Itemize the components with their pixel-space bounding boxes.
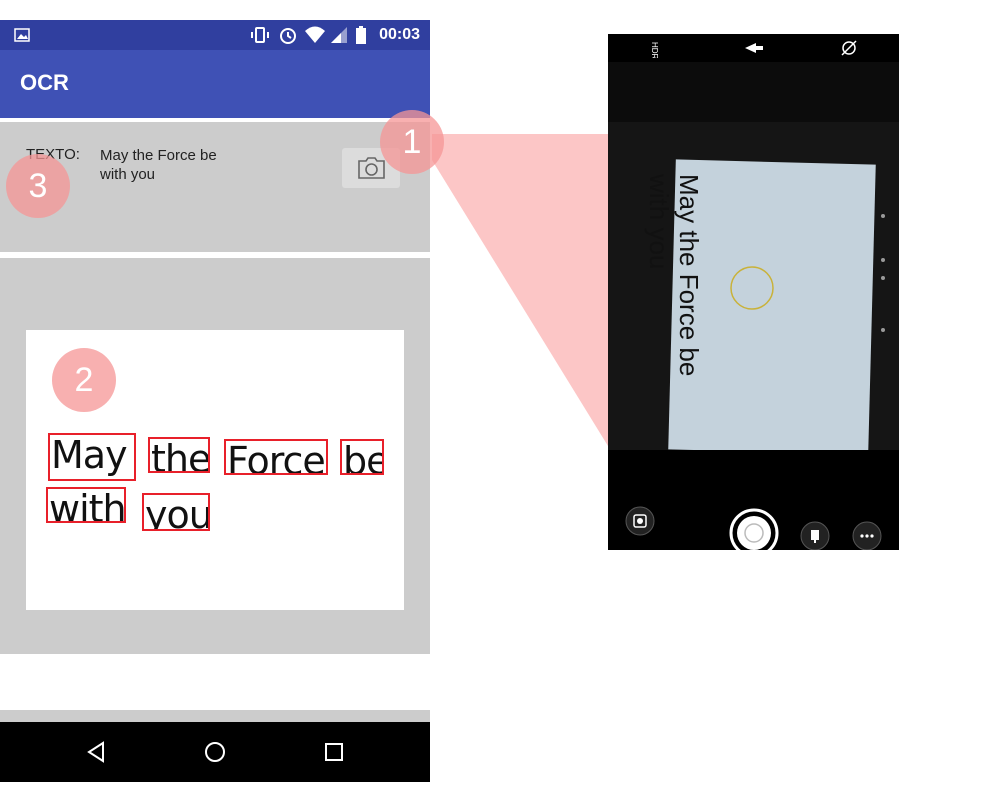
background-shelf (608, 62, 899, 122)
hdr-icon[interactable]: HDR (650, 38, 664, 58)
more-options-icon[interactable] (852, 521, 882, 550)
marker-1: 1 (380, 110, 444, 174)
timer-off-icon[interactable] (840, 40, 858, 56)
camera-controls (608, 450, 899, 550)
camera-viewfinder[interactable]: May the Force be with you (608, 62, 899, 450)
shutter-button[interactable] (729, 508, 779, 550)
capture-mode-icon[interactable] (800, 521, 830, 550)
focus-ring-icon (730, 266, 774, 310)
paper-text-line: with you (644, 174, 674, 270)
paper-text: May the Force be with you (644, 174, 704, 377)
camera-app-screenshot: HDR May the Force be with you (608, 34, 899, 550)
marker-2: 2 (52, 348, 116, 412)
paper-text-line: May the Force be (674, 174, 704, 377)
switch-camera-icon[interactable] (625, 506, 655, 536)
camera-top-bar: HDR (608, 34, 899, 62)
hdr-label: HDR (650, 42, 659, 58)
marker-3: 3 (6, 154, 70, 218)
flash-icon[interactable] (744, 42, 764, 54)
side-studs (881, 214, 885, 332)
